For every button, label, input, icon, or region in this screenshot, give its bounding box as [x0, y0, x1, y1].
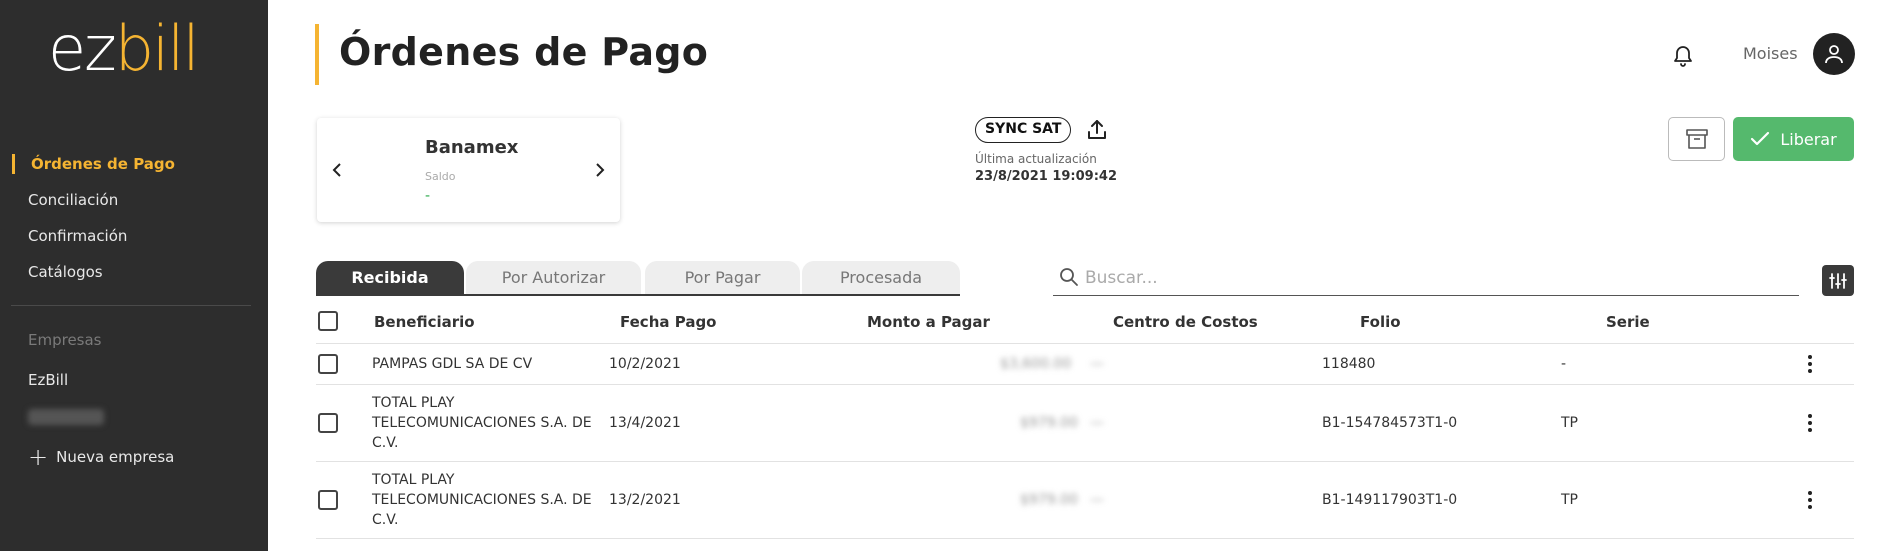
table-row[interactable]: TOTAL PLAY TELECOMUNICACIONES S.A. DE C.…: [316, 385, 1854, 462]
user-icon: [1825, 45, 1843, 64]
cell-folio: 118480: [1322, 356, 1376, 372]
search-input[interactable]: [1085, 264, 1785, 292]
column-header-beneficiario[interactable]: Beneficiario: [374, 313, 475, 331]
cell-serie: TP: [1561, 492, 1578, 508]
sidebar-item-ordenes-de-pago[interactable]: Órdenes de Pago: [0, 146, 268, 182]
select-all-checkbox[interactable]: [318, 311, 338, 331]
tab-recibida[interactable]: Recibida: [316, 261, 464, 295]
chevron-right-icon[interactable]: [590, 160, 610, 180]
table-row[interactable]: TOTAL PLAY TELECOMUNICACIONES S.A. DE C.…: [316, 462, 1854, 539]
cell-fecha: 10/2/2021: [609, 356, 681, 372]
cell-beneficiario: TOTAL PLAY TELECOMUNICACIONES S.A. DE C.…: [372, 395, 592, 451]
saldo-value: -: [425, 188, 431, 204]
sliders-icon: [1829, 272, 1847, 289]
sidebar: ezbill Órdenes de Pago Conciliación Conf…: [0, 0, 268, 551]
logo-ez: ez: [48, 12, 117, 85]
more-vertical-icon[interactable]: [1802, 488, 1818, 512]
new-company-button[interactable]: + Nueva empresa: [28, 445, 174, 469]
liberar-button[interactable]: Liberar: [1733, 117, 1854, 161]
search-bar: [1053, 262, 1799, 296]
filter-settings-button[interactable]: [1822, 265, 1854, 296]
tab-procesada[interactable]: Procesada: [802, 261, 960, 295]
row-checkbox[interactable]: [318, 354, 338, 374]
last-update-timestamp: 23/8/2021 19:09:42: [975, 169, 1118, 184]
bell-icon[interactable]: [1671, 42, 1695, 68]
cell-serie: -: [1561, 356, 1567, 372]
cell-folio: B1-149117903T1-0: [1322, 492, 1458, 508]
sidebar-nav: Órdenes de Pago Conciliación Confirmació…: [0, 146, 268, 290]
archive-icon: [1685, 129, 1708, 149]
cell-serie: TP: [1561, 415, 1578, 431]
more-vertical-icon[interactable]: [1802, 411, 1818, 435]
cell-beneficiario: TOTAL PLAY TELECOMUNICACIONES S.A. DE C.…: [372, 472, 592, 528]
logo-bill: bill: [114, 12, 200, 85]
sidebar-item-confirmacion[interactable]: Confirmación: [0, 218, 268, 254]
company-item-redacted[interactable]: [28, 409, 104, 425]
cell-folio: B1-154784573T1-0: [1322, 415, 1458, 431]
ezbill-logo[interactable]: ezbill: [48, 18, 200, 80]
empresas-section-label: Empresas: [28, 331, 102, 349]
liberar-label: Liberar: [1780, 129, 1837, 149]
bank-account-card: Banamex Saldo -: [317, 118, 620, 222]
table-header: Beneficiario Fecha Pago Monto a Pagar Ce…: [316, 302, 1854, 344]
cell-centro-costos: —: [1090, 415, 1104, 431]
tab-por-pagar[interactable]: Por Pagar: [645, 261, 800, 295]
bank-name: Banamex: [425, 137, 519, 158]
sync-sat-badge[interactable]: SYNC SAT: [975, 117, 1072, 143]
cell-fecha: 13/2/2021: [609, 492, 681, 508]
last-update-label: Última actualización: [975, 152, 1097, 166]
column-header-fecha-pago[interactable]: Fecha Pago: [620, 313, 716, 331]
cell-monto: $3,600.00: [1000, 356, 1072, 372]
row-checkbox[interactable]: [318, 490, 338, 510]
sidebar-item-conciliacion[interactable]: Conciliación: [0, 182, 268, 218]
table-row[interactable]: PAMPAS GDL SA DE CV 10/2/2021 $3,600.00 …: [316, 344, 1854, 385]
cell-centro-costos: —: [1090, 356, 1104, 372]
payment-orders-table: Beneficiario Fecha Pago Monto a Pagar Ce…: [316, 302, 1854, 539]
column-header-monto[interactable]: Monto a Pagar: [867, 313, 990, 331]
search-icon: [1059, 266, 1079, 288]
tab-por-autorizar[interactable]: Por Autorizar: [466, 261, 641, 295]
cell-beneficiario: PAMPAS GDL SA DE CV: [372, 356, 533, 372]
column-header-centro-costos[interactable]: Centro de Costos: [1113, 313, 1258, 331]
archive-button[interactable]: [1668, 117, 1725, 161]
chevron-left-icon[interactable]: [327, 160, 347, 180]
more-vertical-icon[interactable]: [1802, 352, 1818, 376]
column-header-folio[interactable]: Folio: [1360, 313, 1401, 331]
sidebar-divider: [11, 305, 251, 306]
username: Moises: [1743, 44, 1798, 63]
saldo-label: Saldo: [425, 170, 456, 183]
row-checkbox[interactable]: [318, 413, 338, 433]
company-item-ezbill[interactable]: EzBill: [28, 371, 68, 389]
page-title: Órdenes de Pago: [339, 30, 709, 74]
upload-icon[interactable]: [1085, 118, 1109, 142]
cell-centro-costos: —: [1090, 492, 1104, 508]
cell-monto: $979.00: [1020, 415, 1078, 431]
sidebar-item-catalogos[interactable]: Catálogos: [0, 254, 268, 290]
plus-icon: +: [28, 443, 49, 471]
user-avatar[interactable]: [1813, 33, 1855, 75]
column-header-serie[interactable]: Serie: [1606, 313, 1650, 331]
tabs-underline: [316, 294, 960, 296]
cell-fecha: 13/4/2021: [609, 415, 681, 431]
title-accent-bar: [315, 24, 319, 85]
new-company-label: Nueva empresa: [56, 448, 175, 466]
check-icon: [1751, 131, 1770, 146]
cell-monto: $979.00: [1020, 492, 1078, 508]
